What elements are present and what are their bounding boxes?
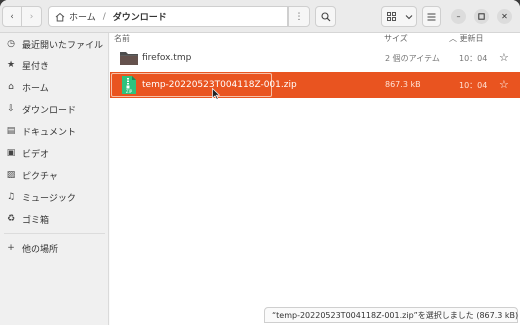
file-manager-window: ‹ › ホーム / ダウンロード ⋮ – ✕ ◷ 最近開いたファイル ★ 星付き… bbox=[0, 0, 520, 325]
close-button[interactable]: ✕ bbox=[497, 9, 512, 24]
sidebar-item-downloads[interactable]: ⇩ ダウンロード bbox=[0, 99, 109, 119]
sidebar-item-label: ピクチャ bbox=[22, 171, 58, 182]
forward-button[interactable]: › bbox=[22, 6, 42, 27]
home-icon bbox=[55, 12, 65, 21]
home-icon: ⌂ bbox=[8, 82, 14, 92]
folder-icon bbox=[120, 52, 138, 65]
minimize-icon: – bbox=[456, 12, 461, 21]
sidebar-item-label: ドキュメント bbox=[22, 127, 77, 138]
sidebar-item-trash[interactable]: ♻ ゴミ箱 bbox=[0, 209, 109, 229]
sidebar-item-label: ホーム bbox=[22, 83, 49, 94]
sidebar-item-label: ダウンロード bbox=[22, 105, 77, 116]
hamburger-icon bbox=[427, 13, 436, 20]
maximize-button[interactable] bbox=[474, 9, 489, 24]
column-header: 名前 サイズ ︿ 更新日 bbox=[110, 33, 520, 45]
grid-icon bbox=[387, 12, 396, 21]
picture-icon: ▨ bbox=[6, 170, 16, 180]
sidebar-item-label: 星付き bbox=[22, 61, 50, 72]
column-size-header[interactable]: サイズ bbox=[384, 33, 408, 44]
sidebar-item-videos[interactable]: ▣ ビデオ bbox=[0, 143, 109, 163]
table-row[interactable]: firefox.tmp 2 個のアイテム 10：04 ☆ bbox=[110, 45, 520, 71]
chevron-left-icon: ‹ bbox=[10, 11, 14, 22]
mouse-cursor-icon bbox=[212, 88, 220, 100]
search-button[interactable] bbox=[315, 6, 336, 27]
path-menu-button[interactable]: ⋮ bbox=[288, 6, 310, 27]
sidebar-item-label: 他の場所 bbox=[22, 244, 59, 255]
document-icon: ▤ bbox=[6, 126, 16, 136]
music-icon: ♫ bbox=[6, 192, 16, 202]
status-text: “temp-20220523T004118Z-001.zip”を選択しました (… bbox=[272, 310, 519, 320]
search-icon bbox=[320, 11, 330, 21]
file-name: firefox.tmp bbox=[142, 53, 192, 63]
path-bar[interactable]: ホーム / ダウンロード bbox=[48, 6, 288, 27]
star-toggle-icon[interactable]: ☆ bbox=[499, 78, 509, 91]
file-size: 2 個のアイテム bbox=[385, 54, 440, 63]
minimize-button[interactable]: – bbox=[451, 9, 466, 24]
close-icon: ✕ bbox=[501, 12, 508, 21]
sidebar: ◷ 最近開いたファイル ★ 星付き ⌂ ホーム ⇩ ダウンロード ▤ ドキュメン… bbox=[0, 33, 109, 325]
file-list: 名前 サイズ ︿ 更新日 firefox.tmp 2 個のアイテム 10：04 … bbox=[110, 33, 520, 325]
file-size: 867.3 kB bbox=[385, 80, 421, 89]
file-modified: 10：04 bbox=[459, 54, 488, 63]
kebab-menu-icon: ⋮ bbox=[294, 11, 304, 22]
sort-up-icon: ︿ bbox=[449, 34, 457, 43]
path-separator: / bbox=[102, 11, 106, 22]
sidebar-item-music[interactable]: ♫ ミュージック bbox=[0, 187, 109, 207]
status-bar: “temp-20220523T004118Z-001.zip”を選択しました (… bbox=[264, 307, 518, 323]
video-icon: ▣ bbox=[6, 148, 16, 158]
maximize-icon bbox=[478, 13, 485, 20]
table-row[interactable]: ZIP temp-20220523T004118Z-001.zip 867.3 … bbox=[110, 72, 520, 98]
path-home[interactable]: ホーム bbox=[69, 10, 96, 23]
sidebar-divider bbox=[4, 233, 105, 234]
sidebar-item-starred[interactable]: ★ 星付き bbox=[0, 55, 109, 75]
plus-icon: + bbox=[7, 243, 15, 253]
sidebar-item-home[interactable]: ⌂ ホーム bbox=[0, 77, 109, 97]
main-menu-button[interactable] bbox=[422, 6, 441, 27]
header-bar: ‹ › ホーム / ダウンロード ⋮ – ✕ bbox=[0, 0, 520, 33]
sidebar-item-other-locations[interactable]: + 他の場所 bbox=[0, 238, 109, 258]
chevron-down-icon bbox=[405, 14, 412, 19]
star-toggle-icon[interactable]: ☆ bbox=[499, 51, 509, 64]
view-options-button[interactable] bbox=[401, 6, 417, 27]
chevron-right-icon: › bbox=[29, 11, 34, 22]
path-current[interactable]: ダウンロード bbox=[113, 10, 167, 23]
sidebar-item-label: ゴミ箱 bbox=[22, 215, 50, 226]
sidebar-item-label: ミュージック bbox=[22, 193, 76, 204]
column-name-header[interactable]: 名前 bbox=[114, 33, 130, 44]
file-modified: 10：04 bbox=[459, 81, 488, 90]
star-icon: ★ bbox=[6, 60, 16, 70]
sidebar-item-documents[interactable]: ▤ ドキュメント bbox=[0, 121, 109, 141]
sidebar-item-pictures[interactable]: ▨ ピクチャ bbox=[0, 165, 109, 185]
sidebar-item-recent[interactable]: ◷ 最近開いたファイル bbox=[0, 34, 109, 54]
grid-view-button[interactable] bbox=[381, 6, 402, 27]
zip-archive-icon: ZIP bbox=[122, 76, 136, 94]
download-icon: ⇩ bbox=[7, 104, 15, 114]
column-modified-header[interactable]: ︿ 更新日 bbox=[449, 33, 484, 44]
clock-icon: ◷ bbox=[7, 39, 15, 49]
trash-icon: ♻ bbox=[6, 214, 16, 224]
back-button[interactable]: ‹ bbox=[2, 6, 22, 27]
svg-text:ZIP: ZIP bbox=[126, 89, 133, 94]
sidebar-item-label: 最近開いたファイル bbox=[22, 40, 104, 51]
sidebar-item-label: ビデオ bbox=[22, 149, 50, 160]
